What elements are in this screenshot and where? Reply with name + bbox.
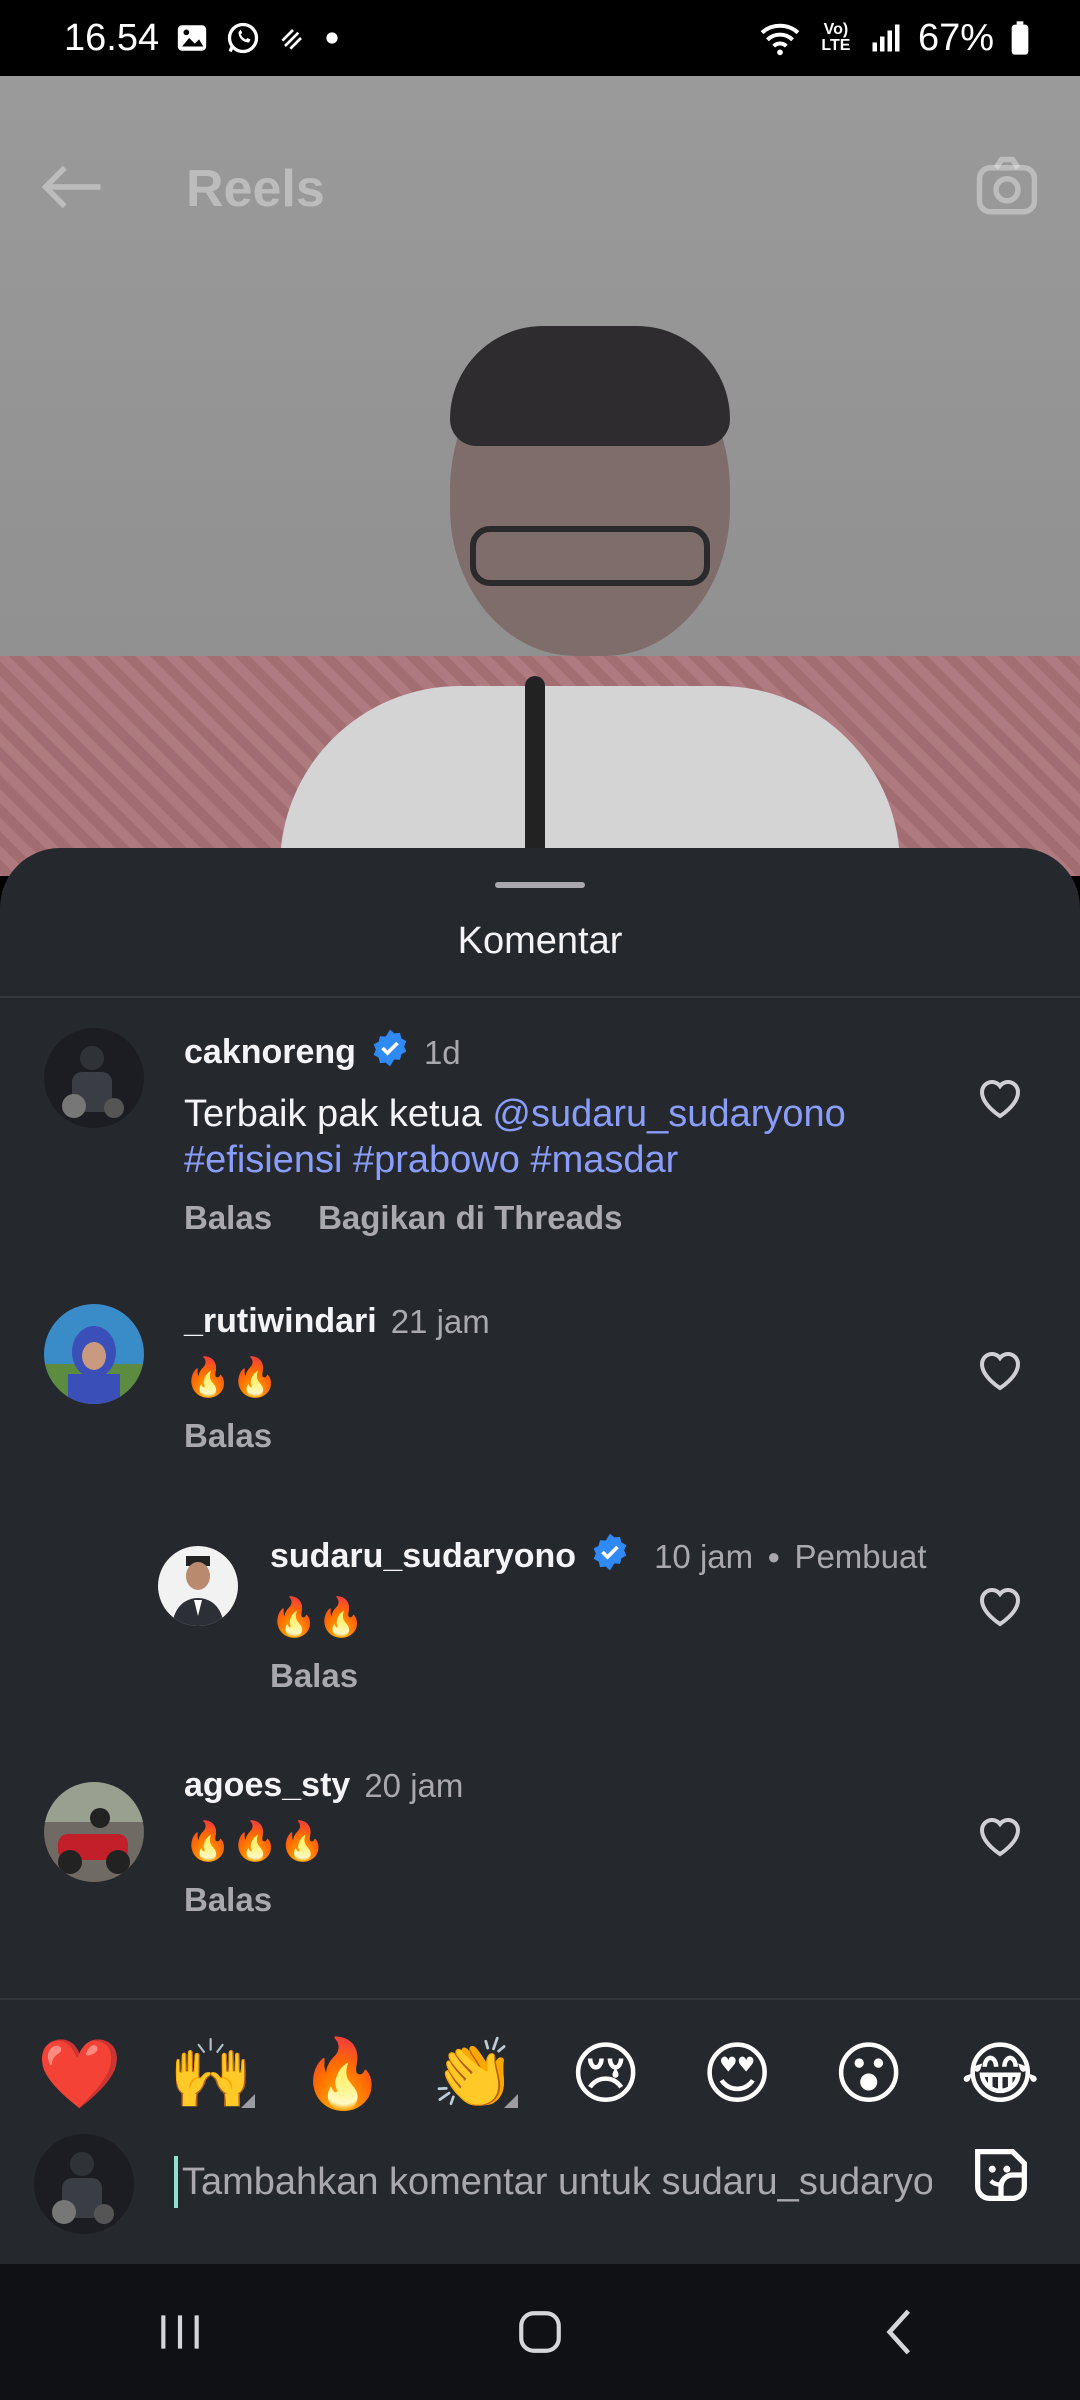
emoji-crying[interactable]: 😢 xyxy=(556,2035,656,2114)
share-threads-button[interactable]: Bagikan di Threads xyxy=(318,1199,622,1237)
reply-button[interactable]: Balas xyxy=(184,1881,272,1919)
system-navigation-bar xyxy=(0,2264,1080,2400)
microphone xyxy=(525,676,545,876)
back-arrow-icon[interactable] xyxy=(40,162,106,217)
emoji-raising-hands[interactable]: 🙌 xyxy=(161,2034,261,2114)
emoji-fire[interactable]: 🔥 xyxy=(293,2034,393,2114)
comment-time: 10 jam xyxy=(654,1537,754,1575)
text-cursor xyxy=(174,2156,178,2208)
emoji-heart-eyes[interactable]: 😍 xyxy=(687,2035,787,2114)
speaker-hair xyxy=(450,326,730,446)
comment-username[interactable]: _rutiwindari xyxy=(184,1302,377,1341)
home-button[interactable] xyxy=(480,2292,600,2372)
my-avatar xyxy=(34,2134,134,2234)
reply-button[interactable]: Balas xyxy=(184,1199,272,1237)
heart-icon[interactable] xyxy=(976,1814,1024,1858)
battery-level: 67% xyxy=(917,16,994,59)
wifi-icon xyxy=(758,20,802,56)
verified-badge-icon xyxy=(370,1028,410,1077)
emoji-surprised[interactable]: 😮 xyxy=(819,2035,919,2114)
comment-time: 1d xyxy=(423,1033,461,1071)
data-transfer-icon xyxy=(277,22,309,54)
heart-icon[interactable] xyxy=(976,1076,1024,1120)
heart-icon[interactable] xyxy=(976,1584,1024,1628)
reels-title: Reels xyxy=(186,160,325,218)
comment-input-row xyxy=(0,2130,1080,2264)
hashtag-links[interactable]: #efisiensi #prabowo #masdar xyxy=(184,1139,678,1181)
comment-text: 🔥🔥 xyxy=(184,1357,279,1399)
signal-icon xyxy=(870,23,902,53)
emoji-laughing[interactable]: 😂 xyxy=(950,2035,1050,2114)
creator-label: Pembuat xyxy=(794,1537,927,1575)
avatar[interactable] xyxy=(158,1546,238,1626)
volte-icon: Vo) LTE xyxy=(821,21,851,54)
comment-time: 20 jam xyxy=(364,1766,464,1804)
reply-button[interactable]: Balas xyxy=(184,1417,272,1455)
reply-button[interactable]: Balas xyxy=(270,1657,358,1695)
battery-icon xyxy=(1010,21,1030,55)
reels-header: Reels xyxy=(0,124,1080,254)
comment-username[interactable]: agoes_sty xyxy=(184,1766,350,1805)
emoji-heart[interactable]: ❤️ xyxy=(30,2034,130,2114)
comment-input[interactable] xyxy=(180,2146,934,2218)
comment-text: Terbaik pak ketua @sudaru_sudaryono #efi… xyxy=(184,1093,846,1181)
comment-text: 🔥🔥 xyxy=(270,1597,365,1639)
back-button[interactable] xyxy=(840,2292,960,2372)
emoji-clapping[interactable]: 👏 xyxy=(424,2034,524,2114)
skin-tone-indicator xyxy=(504,2094,519,2108)
heart-icon[interactable] xyxy=(976,1348,1024,1392)
status-bar: 16.54 Vo) LTE 67% xyxy=(0,0,1080,76)
separator-dot: ● xyxy=(767,1543,781,1569)
avatar[interactable] xyxy=(44,1028,144,1128)
sheet-divider xyxy=(0,996,1080,998)
sticker-icon[interactable] xyxy=(966,2140,1036,2210)
reel-video[interactable]: Reels xyxy=(0,76,1080,876)
gallery-icon xyxy=(175,21,209,55)
comment-time: 21 jam xyxy=(390,1302,490,1340)
comment-username[interactable]: caknoreng xyxy=(184,1033,356,1072)
comment-text: 🔥🔥🔥 xyxy=(184,1821,326,1863)
status-time: 16.54 xyxy=(64,16,160,59)
verified-badge-icon xyxy=(590,1532,630,1581)
mention-link[interactable]: @sudaru_sudaryono xyxy=(492,1093,845,1135)
skin-tone-indicator xyxy=(241,2094,256,2108)
dot-icon xyxy=(325,31,339,45)
avatar[interactable] xyxy=(44,1782,144,1882)
recent-apps-button[interactable] xyxy=(120,2292,240,2372)
comment-username[interactable]: sudaru_sudaryono xyxy=(270,1537,576,1576)
sheet-drag-handle[interactable] xyxy=(495,882,585,888)
sheet-title: Komentar xyxy=(457,920,623,962)
emoji-quick-reactions: ❤️ 🙌 🔥 👏 😢 😍 😮 😂 xyxy=(0,1998,1080,2148)
whatsapp-icon xyxy=(225,20,261,56)
avatar[interactable] xyxy=(44,1304,144,1404)
camera-icon[interactable] xyxy=(974,154,1040,225)
speaker-glasses xyxy=(470,526,710,586)
